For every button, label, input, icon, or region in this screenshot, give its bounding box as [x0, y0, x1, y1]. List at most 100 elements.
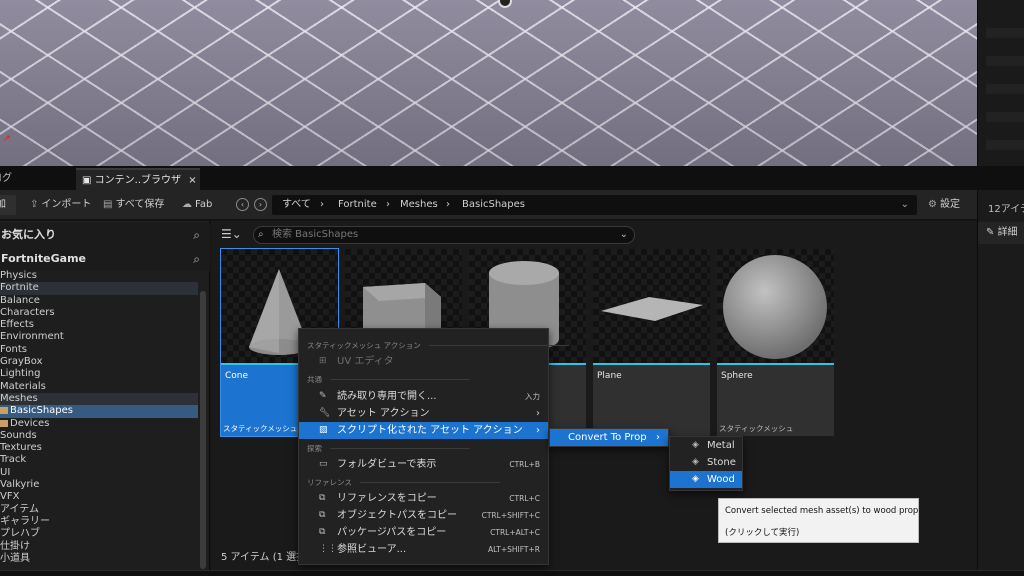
- pencil-icon: ✎: [986, 227, 998, 238]
- tree-item[interactable]: 仕掛け: [0, 541, 198, 553]
- bottom-bar: [0, 570, 1024, 576]
- tree-item[interactable]: Lighting: [0, 368, 198, 380]
- menu-section-common: 共通: [307, 375, 470, 384]
- reference-viewer-icon: ⋮⋮: [319, 544, 337, 554]
- chevron-down-icon[interactable]: ⌄: [901, 195, 909, 215]
- tooltip-hint: (クリックして実行): [725, 528, 800, 538]
- breadcrumb-item[interactable]: BasicShapes: [462, 195, 525, 215]
- tree-item[interactable]: Effects: [0, 319, 198, 331]
- search-icon[interactable]: ⌕: [193, 247, 200, 271]
- filter-icon[interactable]: ☰⌄: [221, 227, 242, 241]
- tree-item[interactable]: Fortnite: [0, 282, 198, 295]
- tree-item[interactable]: UI: [0, 467, 198, 479]
- search-input[interactable]: ⌕ 検索 BasicShapes ⌄: [253, 226, 635, 244]
- history-back-icon[interactable]: ‹: [236, 198, 249, 211]
- tree-item[interactable]: Sounds: [0, 430, 198, 442]
- sources-panel: お気に入り ⌕ FortniteGame ⌕ Physics Fortnite Ba…: [0, 221, 210, 570]
- chevron-right-icon: ›: [656, 432, 660, 443]
- tree-item[interactable]: 小道具: [0, 553, 198, 565]
- menu-item-wood[interactable]: ◈ Wood: [670, 471, 742, 488]
- folder-icon: [0, 407, 8, 415]
- tree-item[interactable]: プレハブ: [0, 528, 198, 540]
- convert-to-prop-submenu: ◈ Metal ◈ Stone ◈ Wood: [669, 436, 743, 491]
- menu-item-convert-to-prop[interactable]: Convert To Prop ›: [550, 429, 668, 446]
- search-icon[interactable]: ⌕: [193, 223, 200, 247]
- diamond-icon: ◈: [692, 474, 699, 484]
- tree-item[interactable]: Meshes: [0, 392, 198, 406]
- tree-item-label: Meshes: [0, 392, 38, 404]
- history-forward-icon[interactable]: ›: [254, 198, 267, 211]
- tree-item[interactable]: Physics: [0, 270, 198, 282]
- copy-icon: ⧉: [319, 510, 326, 520]
- tree-item-label: 仕掛け: [0, 540, 30, 552]
- folder-tree: Physics Fortnite Balance Characters Effects E…: [0, 270, 198, 565]
- menu-item-asset-actions[interactable]: 🔧︎ アセット アクション ›: [299, 405, 548, 422]
- tree-item[interactable]: アイテム: [0, 504, 198, 516]
- menu-item-metal[interactable]: ◈ Metal: [670, 437, 742, 454]
- breadcrumb-item[interactable]: Meshes: [400, 195, 438, 215]
- breadcrumb-item[interactable]: すべて: [282, 195, 311, 215]
- tree-scrollbar[interactable]: [200, 291, 206, 569]
- asset-type: スタティックメッシュ: [223, 424, 298, 433]
- menu-item-reference-viewer[interactable]: ⋮⋮ 参照ビューア... ALT+SHIFT+R: [299, 541, 548, 558]
- diamond-icon: ◈: [692, 440, 699, 450]
- close-icon[interactable]: ×: [188, 175, 196, 186]
- tree-item-label: Track: [0, 454, 27, 466]
- uv-icon: ⊞: [319, 356, 327, 366]
- favorites-header[interactable]: お気に入り ⌕: [0, 223, 210, 247]
- settings-button[interactable]: ⚙ 設定: [928, 195, 960, 215]
- tree-item[interactable]: ギャラリー: [0, 516, 198, 528]
- tree-item[interactable]: Materials: [0, 381, 198, 393]
- item-count-label: 12アイテム: [988, 204, 1024, 215]
- tab-log[interactable]: ログ: [0, 168, 18, 190]
- context-menu: スタティックメッシュ アクション ⊞ UV エディタ 共通 ✎ 読み取り専用で開く.…: [298, 328, 569, 565]
- tree-item[interactable]: Balance: [0, 295, 198, 307]
- gear-icon: ⚙: [928, 199, 937, 210]
- tree-item-label: VFX: [0, 491, 20, 503]
- search-icon: ⌕: [258, 229, 264, 240]
- tree-item[interactable]: Track: [0, 454, 198, 466]
- asset-type: スタティックメッシュ: [719, 424, 794, 433]
- tree-item-label: Fortnite: [0, 282, 39, 294]
- tree-item-label: Sounds: [0, 429, 37, 441]
- menu-item-copy-package-path[interactable]: ⧉ パッケージパスをコピー CTRL+ALT+C: [299, 524, 548, 541]
- fab-button[interactable]: ☁ Fab: [182, 195, 212, 215]
- tree-item[interactable]: Characters: [0, 307, 198, 319]
- add-button[interactable]: 加: [0, 195, 16, 215]
- menu-item-copy-reference[interactable]: ⧉ リファレンスをコピー CTRL+C: [299, 490, 548, 507]
- level-viewport[interactable]: ↗: [0, 0, 977, 166]
- import-button[interactable]: ⇪ インポート: [30, 195, 91, 215]
- asset-tile-plane[interactable]: Plane: [593, 249, 710, 436]
- tree-item-label: Physics: [0, 270, 37, 281]
- tree-item[interactable]: BasicShapes: [0, 405, 198, 418]
- menu-item-show-in-folder[interactable]: ▭ フォルダビューで表示 CTRL+B: [299, 456, 548, 473]
- tree-item-label: Balance: [0, 294, 40, 306]
- menu-item-scripted-actions[interactable]: ▧ スクリプト化された アセット アクション ›: [299, 422, 548, 439]
- menu-item-copy-object-path[interactable]: ⧉ オブジェクトパスをコピー CTRL+SHIFT+C: [299, 507, 548, 524]
- menu-item-open-readonly[interactable]: ✎ 読み取り専用で開く... 入力: [299, 388, 548, 405]
- tab-content-browser[interactable]: ▣ コンテン..ブラウザ ×: [76, 168, 200, 190]
- tree-item-label: Effects: [0, 319, 34, 331]
- chevron-down-icon[interactable]: ⌄: [620, 227, 628, 243]
- tree-item[interactable]: GrayBox: [0, 356, 198, 368]
- tree-item-label: Devices: [10, 417, 50, 429]
- tree-item[interactable]: VFX: [0, 491, 198, 503]
- tree-item[interactable]: Fonts: [0, 344, 198, 356]
- viewport-gizmo: [498, 0, 512, 8]
- menu-item-stone[interactable]: ◈ Stone: [670, 454, 742, 471]
- scripted-actions-submenu: Convert To Prop ›: [549, 428, 669, 447]
- tree-item[interactable]: Devices: [0, 418, 198, 430]
- tree-item[interactable]: Valkyrie: [0, 479, 198, 491]
- asset-thumbnail: [717, 249, 834, 365]
- breadcrumb-item[interactable]: Fortnite: [338, 195, 377, 215]
- project-header[interactable]: FortniteGame ⌕: [0, 247, 210, 271]
- asset-tile-sphere[interactable]: Sphere スタティックメッシュ: [717, 249, 834, 436]
- axis-indicator: ↗: [3, 134, 11, 144]
- details-tab[interactable]: ✎ 詳細: [978, 222, 1024, 244]
- breadcrumb[interactable]: すべて › Fortnite › Meshes › BasicShapes ⌄: [272, 195, 917, 215]
- menu-item-uv-editor[interactable]: ⊞ UV エディタ: [299, 353, 548, 370]
- save-all-button[interactable]: ▤ すべて保存: [103, 195, 164, 215]
- import-icon: ⇪: [30, 199, 39, 210]
- tree-item[interactable]: Environment: [0, 331, 198, 343]
- tree-item[interactable]: Textures: [0, 442, 198, 454]
